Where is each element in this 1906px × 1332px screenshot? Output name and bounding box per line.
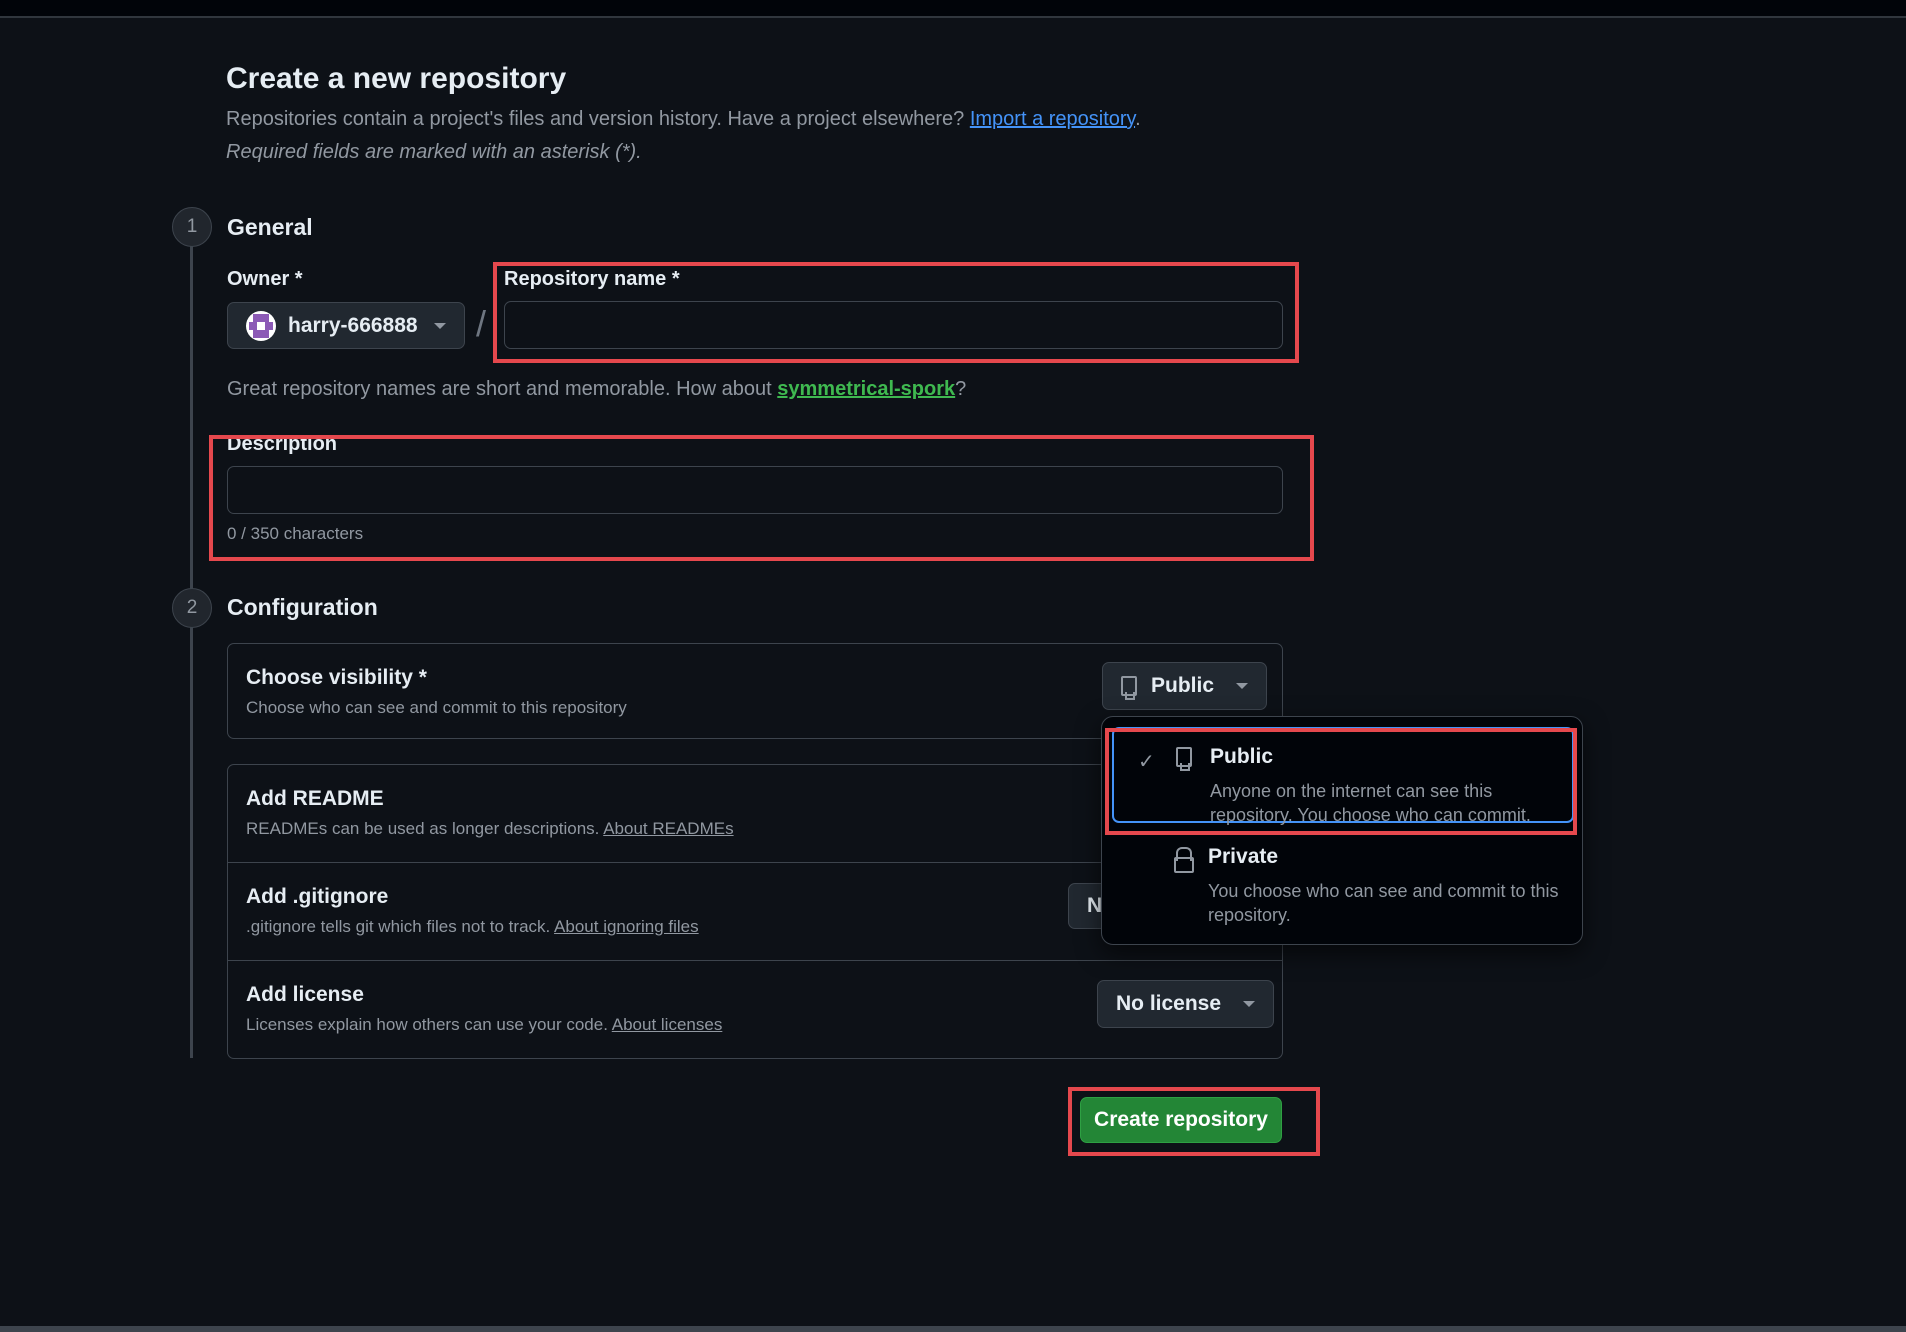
configuration-section-title: Configuration [227, 594, 378, 620]
description-char-count: 0 / 350 characters [227, 524, 364, 543]
repository-name-label: Repository name * [504, 268, 680, 290]
visibility-value: Public [1151, 674, 1215, 697]
owner-name: harry-666888 [288, 313, 418, 337]
option-description: You choose who can see and commit to thi… [1208, 881, 1559, 925]
gitignore-desc-text: .gitignore tells git which files not to … [246, 917, 551, 936]
owner-repo-separator: / [476, 303, 487, 344]
owner-select[interactable]: harry-666888 [227, 302, 465, 349]
create-repository-button[interactable]: Create repository [1080, 1097, 1282, 1143]
license-desc-text: Licenses explain how others can use your… [246, 1015, 608, 1034]
about-ignoring-files-link[interactable]: About ignoring files [554, 917, 699, 936]
general-section-title: General [227, 214, 313, 240]
visibility-select[interactable]: Public [1102, 662, 1268, 710]
about-readmes-link[interactable]: About READMEs [603, 819, 733, 838]
description-input[interactable] [227, 466, 1283, 514]
hint-end: ? [955, 378, 967, 400]
row-divider [228, 960, 1282, 961]
readme-description: READMEs can be used as longer descriptio… [246, 819, 734, 839]
option-description: Anyone on the internet can see this repo… [1210, 781, 1531, 825]
gitignore-value: N [1087, 894, 1103, 917]
visibility-title: Choose visibility * [246, 666, 427, 689]
license-value: No license [1116, 992, 1222, 1015]
lock-icon [1174, 847, 1194, 873]
owner-label: Owner * [227, 268, 303, 290]
description-label: Description [227, 433, 338, 455]
required-fields-note: Required fields are marked with an aster… [226, 141, 642, 163]
import-repository-link[interactable]: Import a repository [970, 108, 1135, 130]
step-2-badge: 2 [172, 588, 212, 628]
readme-desc-text: READMEs can be used as longer descriptio… [246, 819, 600, 838]
steps-timeline [190, 246, 193, 1058]
suggested-name-link[interactable]: symmetrical-spork [777, 378, 955, 400]
browser-bottom-bar [0, 1326, 1906, 1332]
hint-text: Great repository names are short and mem… [227, 378, 772, 400]
chevron-down-icon [1236, 683, 1249, 689]
option-title: Public [1210, 745, 1274, 768]
readme-title: Add README [246, 787, 384, 810]
browser-top-bar [0, 0, 1906, 18]
about-licenses-link[interactable]: About licenses [612, 1015, 723, 1034]
intro-text: Repositories contain a project's files a… [226, 108, 965, 130]
option-title: Private [1208, 845, 1279, 868]
visibility-dropdown-menu: ✓ Public Anyone on the internet can see … [1101, 716, 1583, 945]
license-description: Licenses explain how others can use your… [246, 1015, 722, 1035]
chevron-down-icon [1243, 1001, 1256, 1007]
repository-name-hint: Great repository names are short and mem… [227, 378, 966, 401]
check-icon: ✓ [1138, 751, 1155, 773]
license-select[interactable]: No license [1097, 980, 1275, 1028]
page-intro: Repositories contain a project's files a… [226, 108, 1141, 131]
visibility-option-private[interactable]: Private You choose who can see and commi… [1112, 829, 1574, 925]
intro-end: . [1135, 108, 1141, 130]
chevron-down-icon [434, 322, 446, 329]
repository-name-input[interactable] [504, 301, 1283, 349]
visibility-option-public[interactable]: ✓ Public Anyone on the internet can see … [1112, 727, 1574, 825]
gitignore-description: .gitignore tells git which files not to … [246, 917, 699, 937]
visibility-description: Choose who can see and commit to this re… [246, 698, 627, 717]
owner-avatar [246, 310, 276, 341]
license-title: Add license [246, 983, 364, 1006]
repo-icon [1176, 747, 1206, 772]
repo-icon [1121, 676, 1137, 700]
gitignore-title: Add .gitignore [246, 885, 389, 908]
step-1-badge: 1 [172, 207, 212, 247]
page-title: Create a new repository [226, 62, 567, 95]
